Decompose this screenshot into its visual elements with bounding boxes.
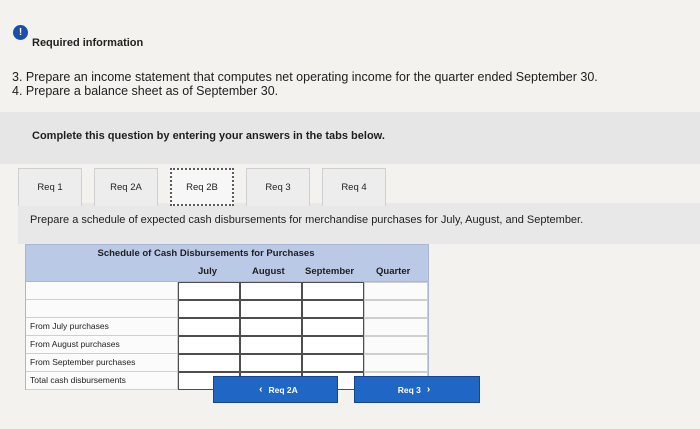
- chevron-left-icon: ‹: [259, 384, 263, 395]
- column-header-august: August: [252, 266, 285, 277]
- instruction-line: 3. Prepare an income statement that comp…: [12, 70, 598, 84]
- input-cell[interactable]: [240, 300, 302, 318]
- quarter-cell: [364, 354, 428, 372]
- table-row-header-input: [25, 282, 429, 300]
- panel-title: Complete this question by entering your …: [32, 130, 385, 142]
- tab-label: Req 1: [37, 182, 63, 193]
- quarter-cell: [364, 318, 428, 336]
- table-row: From August purchases: [25, 336, 429, 354]
- table-row: From September purchases: [25, 354, 429, 372]
- input-cell[interactable]: [302, 318, 364, 336]
- input-cell[interactable]: [178, 318, 240, 336]
- quarter-cell: [364, 282, 428, 300]
- tab-label: Req 4: [341, 182, 367, 193]
- tab-label: Req 2B: [186, 181, 218, 193]
- input-cell[interactable]: [240, 354, 302, 372]
- input-cell[interactable]: [240, 318, 302, 336]
- input-cell[interactable]: [240, 282, 302, 300]
- row-label: From September purchases: [26, 354, 178, 372]
- instructions: 3. Prepare an income statement that comp…: [12, 70, 598, 98]
- instruction-line: 4. Prepare a balance sheet as of Septemb…: [12, 84, 279, 98]
- row-label: From July purchases: [26, 318, 178, 336]
- input-cell[interactable]: [240, 336, 302, 354]
- quarter-cell: [364, 300, 428, 318]
- column-header-july: July: [198, 266, 218, 277]
- tab-req-3[interactable]: Req 3: [246, 168, 310, 206]
- table-row-spacer: [25, 300, 429, 318]
- input-cell[interactable]: [302, 336, 364, 354]
- info-icon: !: [13, 25, 28, 40]
- table-row: From July purchases: [25, 318, 429, 336]
- schedule-header: Schedule of Cash Disbursements for Purch…: [25, 244, 429, 282]
- row-label-blank: [26, 282, 178, 300]
- column-header-quarter: Quarter: [376, 266, 411, 277]
- tab-req-1[interactable]: Req 1: [18, 168, 82, 206]
- row-label: From August purchases: [26, 336, 178, 354]
- input-cell[interactable]: [178, 354, 240, 372]
- input-cell[interactable]: [302, 354, 364, 372]
- input-cell[interactable]: [302, 300, 364, 318]
- tab-req-2b[interactable]: Req 2B: [170, 168, 234, 206]
- next-button[interactable]: Req 3 ›: [354, 376, 480, 403]
- row-label: Total cash disbursements: [26, 372, 178, 390]
- tab-prompt: Prepare a schedule of expected cash disb…: [30, 214, 584, 226]
- prev-button[interactable]: ‹ Req 2A: [213, 376, 338, 403]
- tab-req-4[interactable]: Req 4: [322, 168, 386, 206]
- quarter-cell: [364, 336, 428, 354]
- tab-req-2a[interactable]: Req 2A: [94, 168, 158, 206]
- tab-label: Req 3: [265, 182, 291, 193]
- schedule-title: Schedule of Cash Disbursements for Purch…: [97, 248, 315, 259]
- next-button-label: Req 3: [397, 384, 421, 395]
- input-cell[interactable]: [178, 300, 240, 318]
- input-cell[interactable]: [178, 282, 240, 300]
- prev-button-label: Req 2A: [268, 384, 298, 395]
- chevron-right-icon: ›: [426, 384, 431, 395]
- input-cell[interactable]: [178, 336, 240, 354]
- cash-disbursements-schedule: Schedule of Cash Disbursements for Purch…: [25, 244, 429, 390]
- input-cell[interactable]: [302, 282, 364, 300]
- tab-label: Req 2A: [110, 182, 142, 193]
- column-header-september: September: [305, 266, 355, 277]
- tab-strip: Req 1 Req 2A Req 2B Req 3 Req 4: [18, 168, 398, 208]
- row-label-blank: [26, 300, 178, 318]
- required-information-heading: Required information: [32, 37, 144, 49]
